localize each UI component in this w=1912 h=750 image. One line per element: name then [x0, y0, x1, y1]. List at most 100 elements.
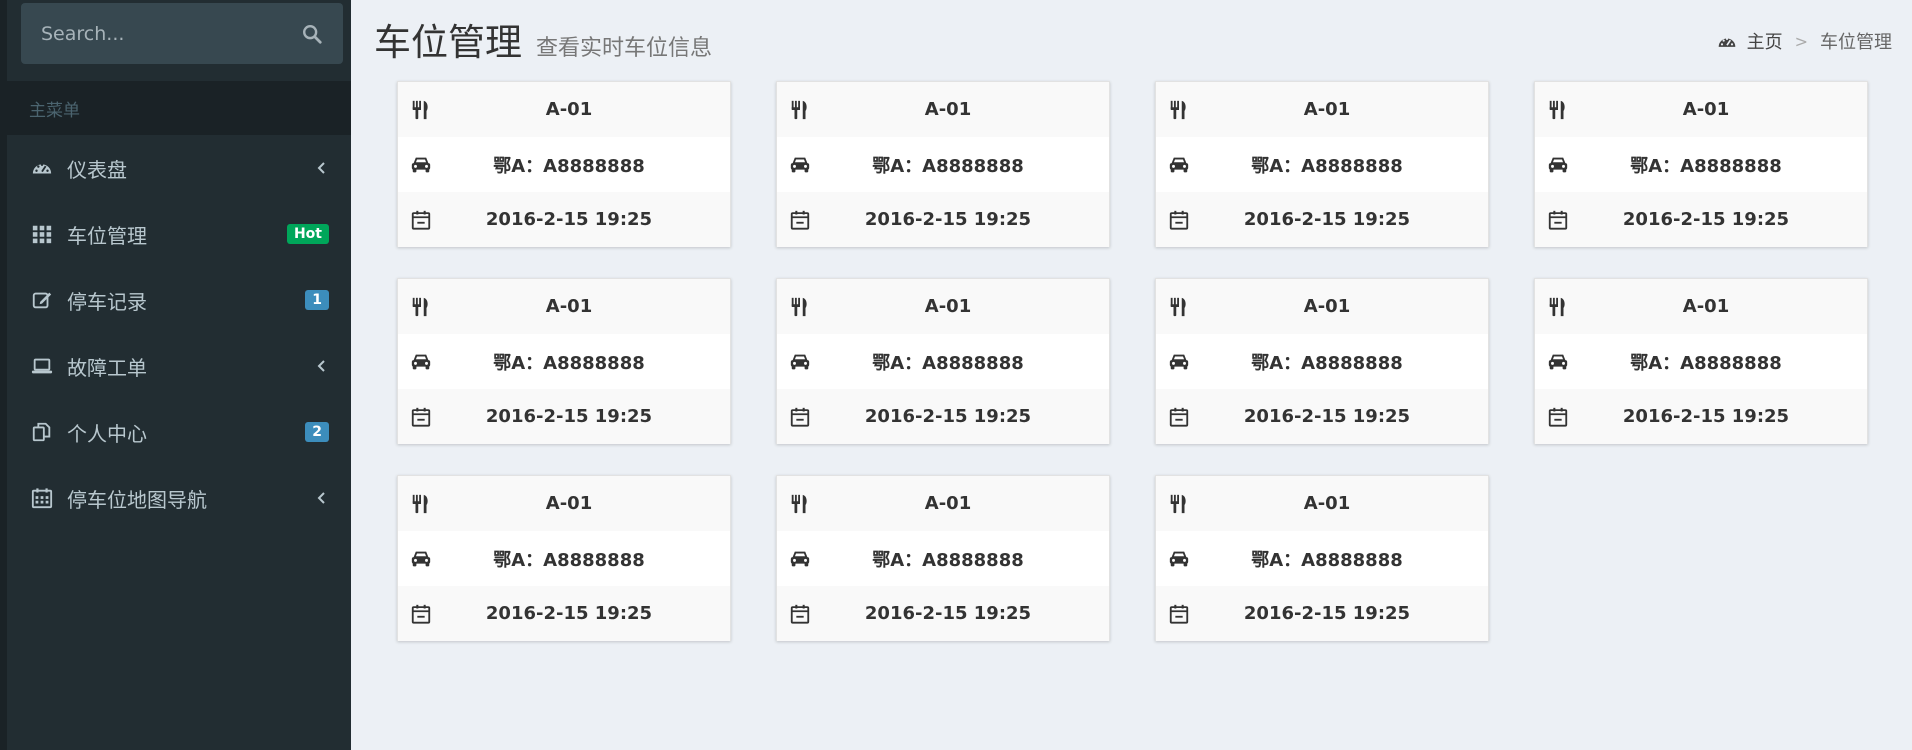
card-row-plate: 鄂A：A8888888 [777, 531, 1109, 586]
calendar-icon [790, 604, 810, 624]
parking-space-card[interactable]: A-01 鄂A：A8888888 2016-2-15 19:25 [1155, 81, 1489, 247]
card-row-space: A-01 [398, 476, 730, 531]
card-row-space: A-01 [777, 279, 1109, 334]
breadcrumb-home-link[interactable]: 主页 [1747, 28, 1783, 54]
sidebar-item-parking-management[interactable]: 车位管理 Hot [7, 201, 351, 267]
parking-time: 2016-2-15 19:25 [1243, 603, 1411, 624]
parking-time: 2016-2-15 19:25 [485, 603, 653, 624]
car-icon [411, 157, 431, 172]
chevron-left-icon [317, 492, 325, 504]
menu-header: 主菜单 [7, 81, 351, 135]
card-row-time: 2016-2-15 19:25 [777, 586, 1109, 641]
calendar-icon [411, 407, 431, 427]
card-row-plate: 鄂A：A8888888 [1156, 137, 1488, 192]
parking-space-card[interactable]: A-01 鄂A：A8888888 2016-2-15 19:25 [1155, 475, 1489, 641]
laptop-icon [31, 358, 53, 374]
breadcrumb-separator: > [1794, 31, 1808, 51]
card-row-plate: 鄂A：A8888888 [1156, 531, 1488, 586]
cutlery-icon [1170, 494, 1186, 513]
car-icon [1169, 157, 1189, 172]
parking-space-card[interactable]: A-01 鄂A：A8888888 2016-2-15 19:25 [397, 475, 731, 641]
page-subtitle: 查看实时车位信息 [536, 36, 713, 61]
parking-space-card[interactable]: A-01 鄂A：A8888888 2016-2-15 19:25 [776, 81, 1110, 247]
parking-space-card[interactable]: A-01 鄂A：A8888888 2016-2-15 19:25 [397, 81, 731, 247]
car-icon [411, 551, 431, 566]
space-number: A-01 [924, 296, 972, 317]
license-plate: 鄂A：A8888888 [1251, 549, 1403, 571]
cutlery-icon [791, 494, 807, 513]
space-number: A-01 [924, 493, 972, 514]
license-plate: 鄂A：A8888888 [1630, 155, 1782, 177]
space-number: A-01 [1682, 296, 1730, 317]
parking-time: 2016-2-15 19:25 [485, 209, 653, 230]
hot-badge: Hot [286, 224, 329, 244]
calendar-icon [1169, 604, 1189, 624]
calendar-icon [1548, 210, 1568, 230]
license-plate: 鄂A：A8888888 [493, 352, 645, 374]
parking-time: 2016-2-15 19:25 [485, 406, 653, 427]
license-plate: 鄂A：A8888888 [1251, 155, 1403, 177]
space-number: A-01 [1303, 493, 1351, 514]
search-icon[interactable] [301, 23, 323, 45]
sidebar-item-personal-center[interactable]: 个人中心 2 [7, 399, 351, 465]
card-row-time: 2016-2-15 19:25 [777, 192, 1109, 247]
card-row-plate: 鄂A：A8888888 [777, 137, 1109, 192]
sidebar-item-parking-records[interactable]: 停车记录 1 [7, 267, 351, 333]
edit-icon [32, 292, 52, 309]
parking-time: 2016-2-15 19:25 [1622, 209, 1790, 230]
sidebar-item-fault-orders[interactable]: 故障工单 [7, 333, 351, 399]
parking-space-card[interactable]: A-01 鄂A：A8888888 2016-2-15 19:25 [1534, 278, 1868, 444]
license-plate: 鄂A：A8888888 [493, 155, 645, 177]
space-number: A-01 [1303, 99, 1351, 120]
sidebar-item-label: 停车记录 [67, 289, 147, 314]
space-number: A-01 [1682, 99, 1730, 120]
card-row-plate: 鄂A：A8888888 [1535, 137, 1867, 192]
sidebar-item-label: 车位管理 [67, 223, 147, 248]
space-number: A-01 [924, 99, 972, 120]
card-row-plate: 鄂A：A8888888 [398, 334, 730, 389]
parking-space-card[interactable]: A-01 鄂A：A8888888 2016-2-15 19:25 [1534, 81, 1868, 247]
card-row-plate: 鄂A：A8888888 [1535, 334, 1867, 389]
dashboard-icon [32, 163, 52, 174]
sidebar-item-label: 停车位地图导航 [67, 487, 207, 512]
parking-space-card[interactable]: A-01 鄂A：A8888888 2016-2-15 19:25 [776, 475, 1110, 641]
grid-icon [32, 225, 52, 244]
card-row-space: A-01 [1535, 82, 1867, 137]
chevron-left-icon [317, 360, 325, 372]
sidebar: 主菜单 仪表盘 [0, 0, 351, 750]
card-row-space: A-01 [777, 82, 1109, 137]
parking-space-card[interactable]: A-01 鄂A：A8888888 2016-2-15 19:25 [1155, 278, 1489, 444]
page-title: 车位管理 查看实时车位信息 [374, 12, 712, 66]
cutlery-icon [1170, 297, 1186, 316]
cutlery-icon [1170, 100, 1186, 119]
copy-icon [32, 422, 51, 442]
car-icon [790, 551, 810, 566]
parking-space-card[interactable]: A-01 鄂A：A8888888 2016-2-15 19:25 [397, 278, 731, 444]
car-icon [790, 157, 810, 172]
search-box [21, 3, 343, 64]
search-input[interactable] [41, 22, 301, 45]
card-row-space: A-01 [777, 476, 1109, 531]
cutlery-icon [1549, 297, 1565, 316]
calendar-icon [790, 407, 810, 427]
parking-space-card[interactable]: A-01 鄂A：A8888888 2016-2-15 19:25 [776, 278, 1110, 444]
sidebar-item-label: 故障工单 [67, 355, 147, 380]
card-row-plate: 鄂A：A8888888 [398, 531, 730, 586]
card-row-time: 2016-2-15 19:25 [1156, 192, 1488, 247]
cutlery-icon [412, 494, 428, 513]
chevron-left-icon [317, 162, 325, 174]
space-number: A-01 [1303, 296, 1351, 317]
parking-time: 2016-2-15 19:25 [864, 209, 1032, 230]
calendar-icon [31, 488, 53, 509]
calendar-icon [411, 604, 431, 624]
card-row-time: 2016-2-15 19:25 [777, 389, 1109, 444]
card-row-space: A-01 [1535, 279, 1867, 334]
sidebar-item-parking-map[interactable]: 停车位地图导航 [7, 465, 351, 531]
cutlery-icon [1549, 100, 1565, 119]
calendar-icon [790, 210, 810, 230]
sidebar-item-dashboard[interactable]: 仪表盘 [7, 135, 351, 201]
license-plate: 鄂A：A8888888 [1630, 352, 1782, 374]
space-number: A-01 [545, 296, 593, 317]
parking-time: 2016-2-15 19:25 [1622, 406, 1790, 427]
breadcrumb-current: 车位管理 [1820, 32, 1892, 53]
